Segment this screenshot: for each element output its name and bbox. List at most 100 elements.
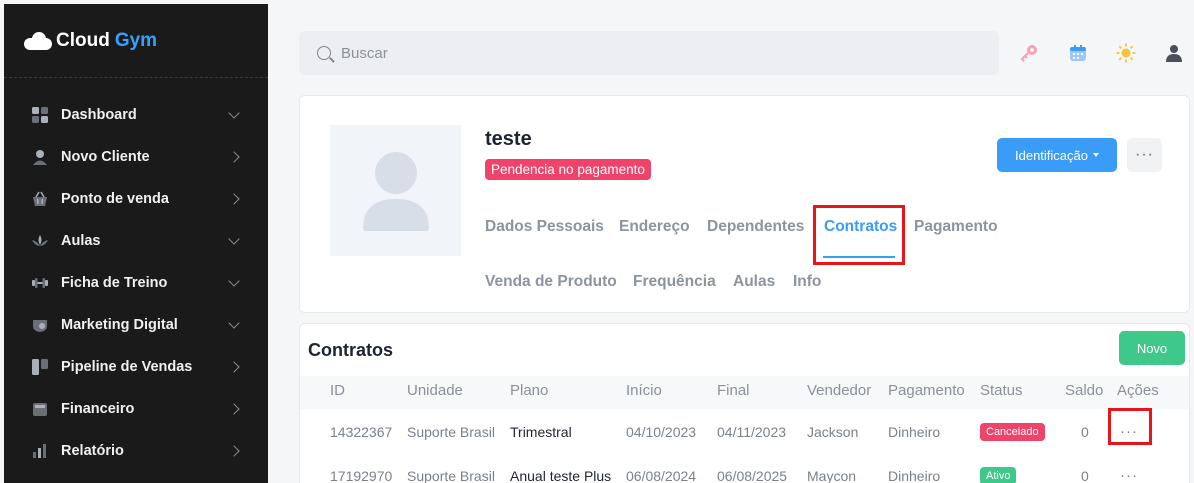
tab-endereco[interactable]: Endereço — [619, 218, 690, 236]
cloud-icon — [24, 31, 52, 50]
chevron-right-icon — [228, 403, 240, 415]
cell-vendedor: Jackson — [807, 424, 859, 440]
chevron-right-icon — [228, 445, 240, 457]
sidebar-item-relatorio[interactable]: Relatório — [4, 430, 268, 472]
sidebar-item-marketing-digital[interactable]: Marketing Digital — [4, 304, 268, 346]
cell-final: 04/11/2023 — [717, 424, 787, 440]
dashboard-icon — [32, 107, 48, 123]
cell-plano: Trimestral — [510, 424, 572, 440]
tab-dados-pessoais[interactable]: Dados Pessoais — [485, 218, 604, 236]
sidebar: Cloud Gym Dashboard Novo Cliente Ponto d… — [4, 4, 268, 483]
avatar-placeholder-icon — [362, 151, 429, 231]
identificacao-dropdown-button[interactable]: Identificação — [997, 138, 1117, 172]
sidebar-item-pipeline-de-vendas[interactable]: Pipeline de Vendas — [4, 346, 268, 388]
status-badge: Cancelado — [980, 423, 1045, 441]
sidebar-item-aulas[interactable]: Aulas — [4, 220, 268, 262]
tab-frequencia[interactable]: Frequência — [633, 273, 716, 291]
cell-pagamento: Dinheiro — [888, 424, 941, 440]
client-name: teste — [485, 128, 532, 150]
tab-info[interactable]: Info — [793, 273, 821, 291]
table-row[interactable]: 14322367 Suporte Brasil Trimestral 04/10… — [300, 409, 1189, 453]
chevron-right-icon — [228, 151, 240, 163]
chart-icon — [32, 443, 48, 459]
column-header-acoes: Ações — [1117, 382, 1159, 399]
sidebar-item-ponto-de-venda[interactable]: Ponto de venda — [4, 178, 268, 220]
chevron-down-icon — [228, 107, 240, 119]
column-header-vendedor: Vendedor — [807, 382, 872, 399]
sidebar-item-financeiro[interactable]: Financeiro — [4, 388, 268, 430]
cell-unidade: Suporte Brasil — [407, 424, 495, 440]
status-badge: Ativo — [980, 467, 1017, 483]
table-row[interactable]: 17192970 Suporte Brasil Anual teste Plus… — [300, 453, 1189, 483]
sidebar-item-label: Ponto de venda — [61, 191, 169, 207]
brand-name-part1: Cloud — [56, 29, 110, 51]
column-header-status: Status — [980, 382, 1023, 399]
sidebar-menu: Dashboard Novo Cliente Ponto de venda Au… — [4, 78, 268, 472]
identificacao-label: Identificação — [1015, 147, 1088, 163]
cell-plano: Anual teste Plus — [510, 468, 612, 483]
row-actions-button[interactable]: ··· — [1120, 467, 1138, 483]
contracts-title: Contratos — [308, 340, 393, 360]
wallet-icon — [32, 401, 48, 417]
brand-name-part2: Gym — [114, 29, 158, 51]
column-header-id: ID — [330, 382, 345, 399]
sidebar-item-label: Financeiro — [61, 401, 135, 417]
cell-inicio: 04/10/2023 — [626, 424, 697, 440]
contracts-card: Contratos Novo ID Unidade Plano Início F… — [299, 323, 1190, 483]
cell-pagamento: Dinheiro — [888, 468, 941, 483]
sidebar-item-label: Pipeline de Vendas — [61, 359, 193, 375]
column-header-pagamento: Pagamento — [888, 382, 965, 399]
user-icon[interactable] — [1163, 42, 1185, 64]
search-icon — [317, 46, 331, 60]
pipeline-icon — [32, 359, 48, 375]
cell-unidade: Suporte Brasil — [407, 468, 495, 483]
chevron-down-icon — [228, 317, 240, 329]
column-header-unidade: Unidade — [407, 382, 463, 399]
search-input[interactable] — [341, 44, 941, 62]
user-icon — [32, 149, 48, 165]
dumbbell-icon — [32, 275, 48, 291]
cell-id: 17192970 — [330, 468, 393, 483]
sidebar-item-label: Ficha de Treino — [61, 275, 168, 291]
sidebar-item-label: Dashboard — [61, 107, 137, 123]
cell-id: 14322367 — [330, 424, 393, 440]
status-badge: Pendencia no pagamento — [485, 159, 651, 180]
chevron-right-icon — [228, 361, 240, 373]
cell-saldo: 0 — [1081, 424, 1089, 440]
cell-inicio: 06/08/2024 — [626, 468, 697, 483]
sidebar-item-ficha-de-treino[interactable]: Ficha de Treino — [4, 262, 268, 304]
new-contract-button[interactable]: Novo — [1119, 331, 1185, 365]
sun-icon[interactable] — [1115, 42, 1137, 64]
tab-dependentes[interactable]: Dependentes — [707, 218, 804, 236]
brand-logo[interactable]: Cloud Gym — [4, 4, 268, 78]
marketing-icon — [32, 317, 48, 333]
tab-pagamento[interactable]: Pagamento — [914, 218, 998, 236]
chevron-down-icon — [228, 275, 240, 287]
column-header-saldo: Saldo — [1065, 382, 1104, 399]
chevron-down-icon — [228, 233, 240, 245]
cell-saldo: 0 — [1081, 468, 1089, 483]
cell-vendedor: Maycon — [807, 468, 857, 483]
highlight-box — [813, 205, 905, 265]
sidebar-item-label: Aulas — [61, 233, 101, 249]
avatar — [330, 125, 461, 256]
lotus-icon — [32, 233, 48, 249]
caret-down-icon — [1093, 153, 1099, 157]
highlight-box — [1108, 408, 1152, 445]
tab-venda-de-produto[interactable]: Venda de Produto — [485, 273, 617, 291]
sidebar-item-novo-cliente[interactable]: Novo Cliente — [4, 136, 268, 178]
key-icon[interactable] — [1018, 42, 1040, 64]
column-header-inicio: Início — [626, 382, 662, 399]
profile-card: teste Pendencia no pagamento Identificaç… — [299, 95, 1190, 313]
tab-aulas[interactable]: Aulas — [733, 273, 775, 291]
sidebar-item-label: Marketing Digital — [61, 317, 178, 333]
chevron-right-icon — [228, 193, 240, 205]
more-options-button[interactable]: ··· — [1127, 138, 1162, 172]
search-bar[interactable] — [299, 31, 999, 75]
calendar-icon[interactable] — [1067, 42, 1089, 64]
column-header-final: Final — [717, 382, 750, 399]
sidebar-item-dashboard[interactable]: Dashboard — [4, 94, 268, 136]
sidebar-item-label: Relatório — [61, 443, 124, 459]
sidebar-item-label: Novo Cliente — [61, 149, 150, 165]
basket-icon — [32, 191, 48, 207]
